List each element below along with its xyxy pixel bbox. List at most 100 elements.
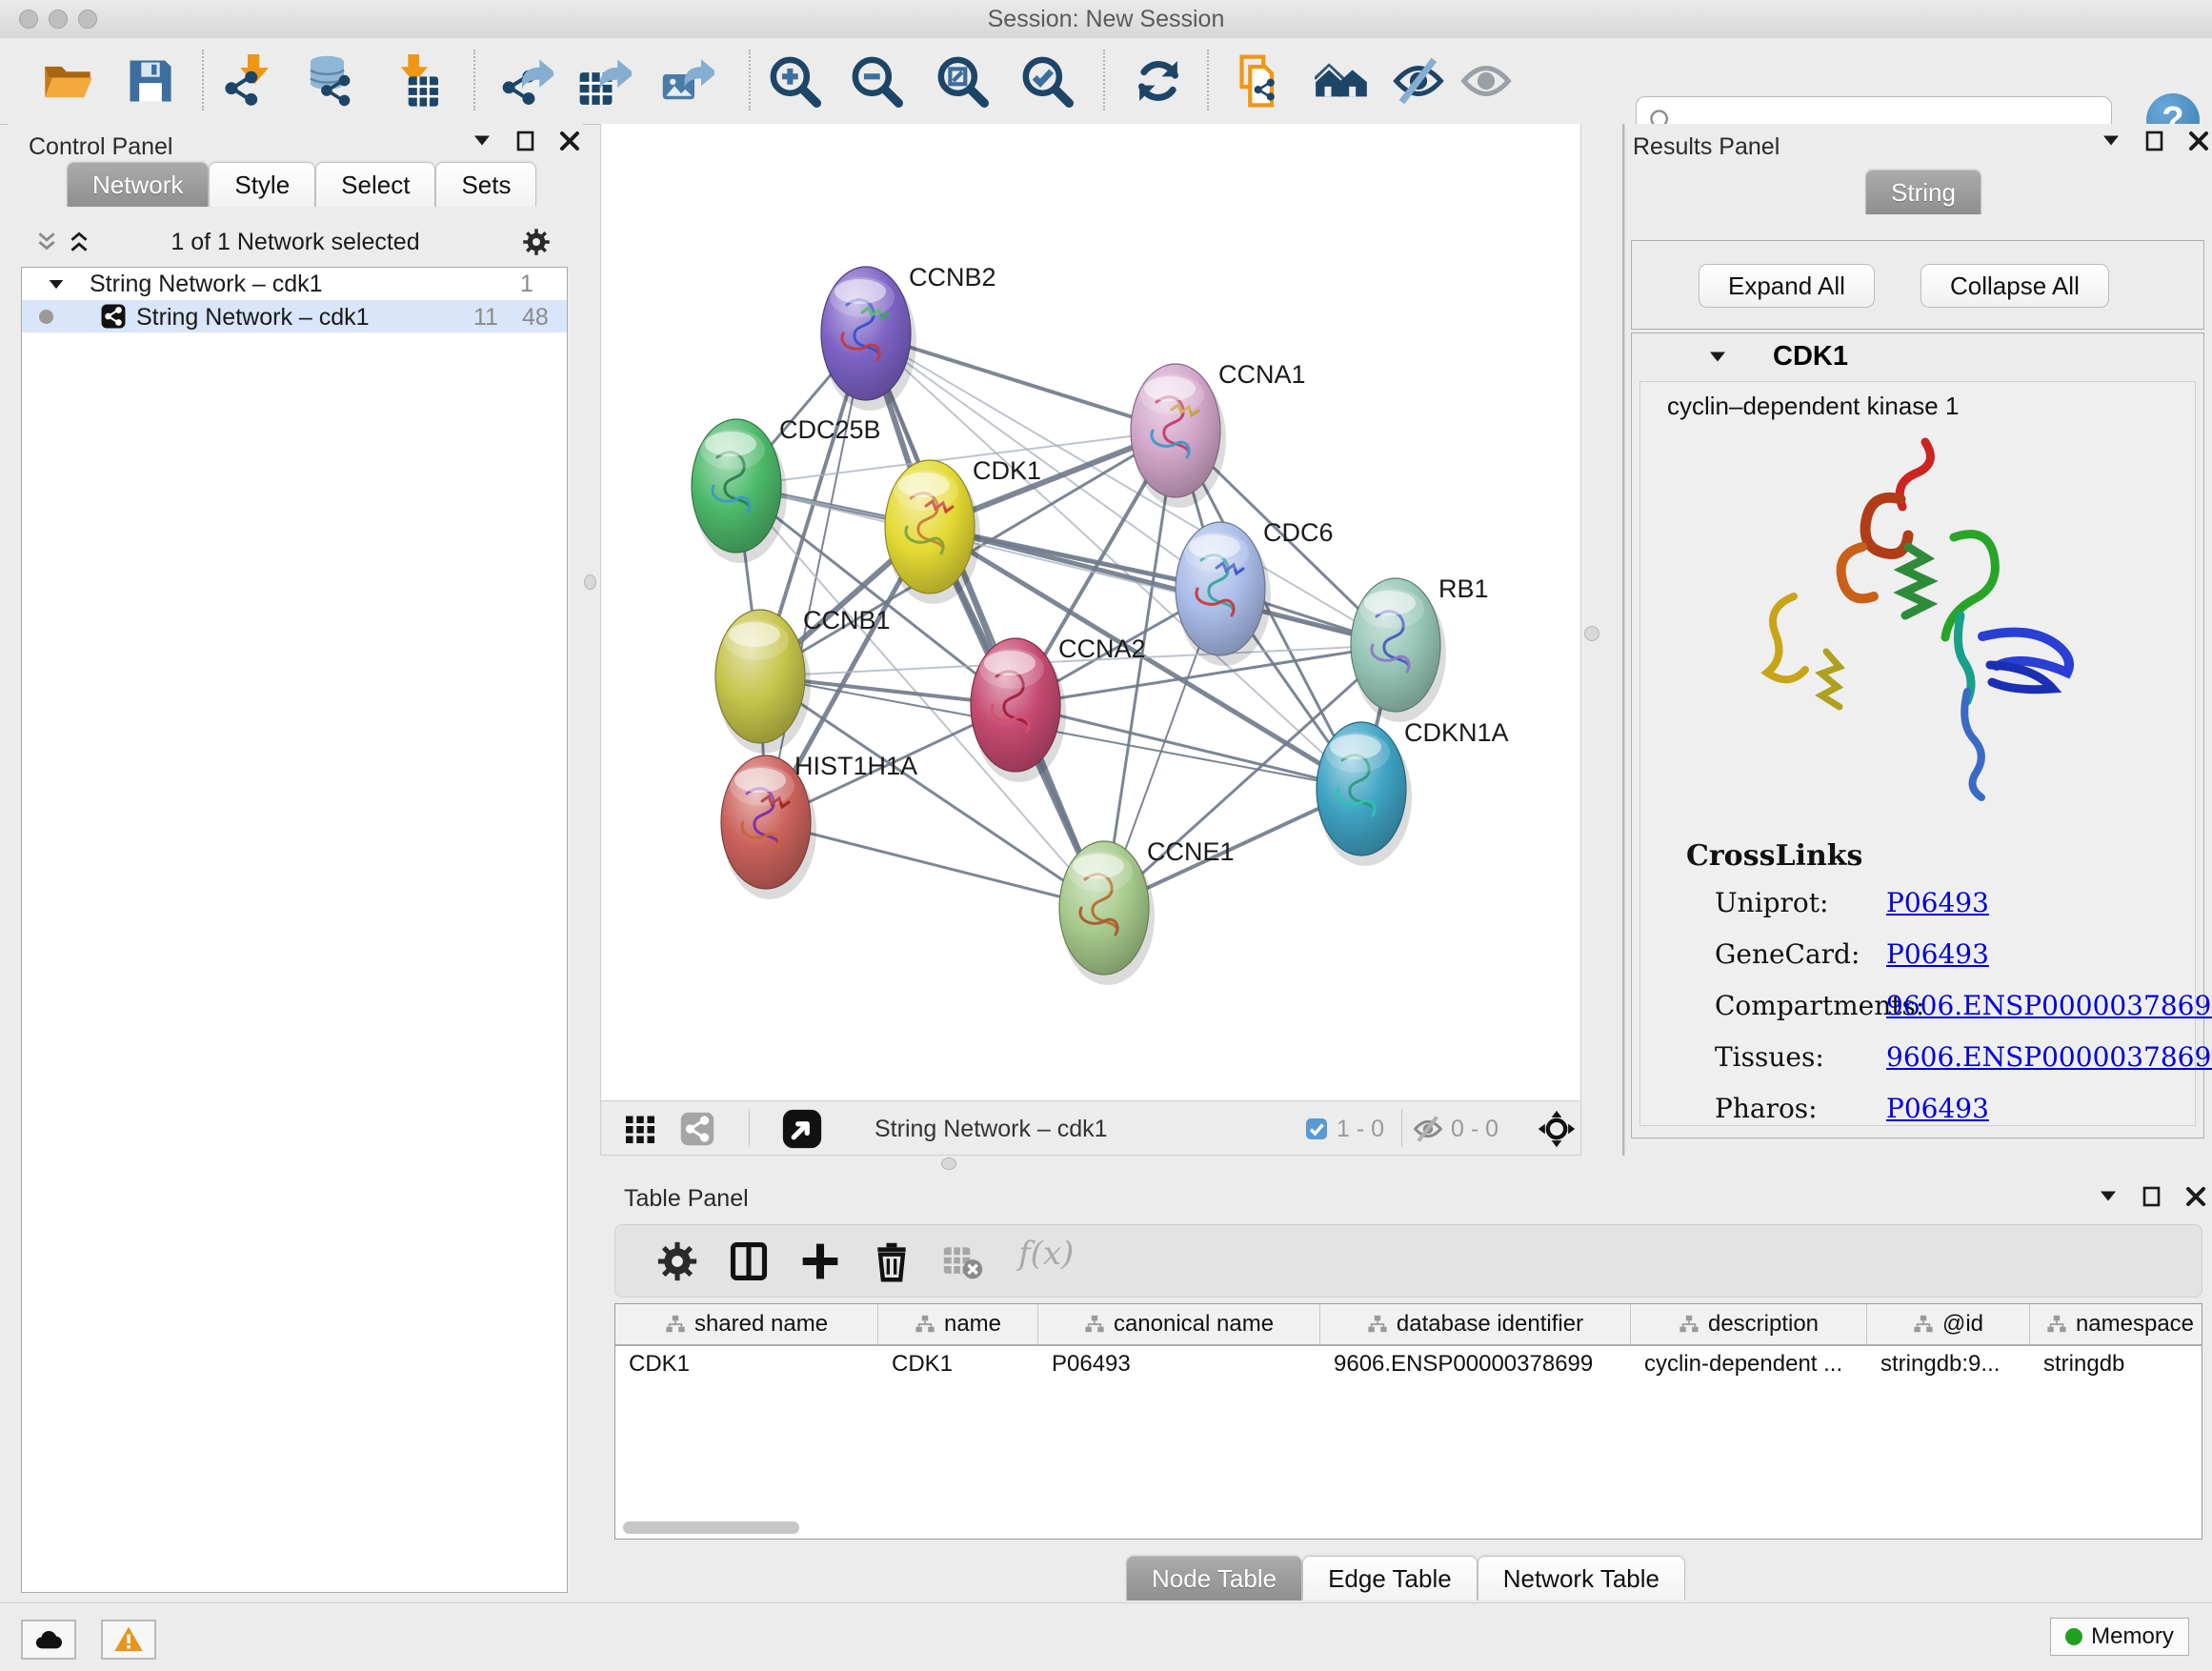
network-node-ccna2[interactable] <box>971 638 1066 782</box>
table-horizontal-scrollbar[interactable] <box>623 1521 799 1534</box>
close-window-button[interactable] <box>19 10 38 29</box>
float-panel-icon[interactable] <box>471 130 493 152</box>
crosslink-link[interactable]: 9606.ENSP00000378699 <box>1886 990 2212 1021</box>
horizontal-splitter-handle[interactable] <box>941 1158 956 1170</box>
tab-network-table[interactable]: Network Table <box>1478 1556 1685 1601</box>
export-image-button[interactable] <box>661 54 714 108</box>
crosslink-link[interactable]: P06493 <box>1886 887 1989 918</box>
tab-edge-table[interactable]: Edge Table <box>1302 1556 1478 1601</box>
table-panel-title: Table Panel <box>624 1185 749 1213</box>
close-panel-icon[interactable] <box>558 130 581 152</box>
zoom-in-button[interactable] <box>768 54 821 108</box>
network-collection-row[interactable]: String Network – cdk1 1 <box>22 268 567 300</box>
delete-column-icon[interactable] <box>871 1240 913 1282</box>
import-table-from-file-button[interactable] <box>389 54 442 108</box>
memory-label: Memory <box>2091 1623 2174 1650</box>
network-label: String Network – cdk1 <box>136 304 370 332</box>
left-splitter-handle[interactable] <box>584 574 596 590</box>
show-columns-icon[interactable] <box>728 1240 770 1282</box>
add-column-icon[interactable] <box>799 1240 841 1282</box>
network-node-ccnb2[interactable] <box>821 267 916 411</box>
selected-node-edge-counts: 1 - 0 <box>1337 1101 1384 1157</box>
grid-view-icon[interactable] <box>623 1112 657 1146</box>
expand-all-button[interactable]: Expand All <box>1699 264 1875 308</box>
column-header-namespace[interactable]: namespace <box>2030 1304 2202 1344</box>
minimize-window-button[interactable] <box>49 10 68 29</box>
float-panel-icon[interactable] <box>2100 130 2122 152</box>
crosslink-link[interactable]: P06493 <box>1886 938 1989 970</box>
zoom-selected-icon <box>1020 54 1074 108</box>
node-table[interactable]: shared namenamecanonical namedatabase id… <box>614 1303 2202 1540</box>
right-splitter-handle[interactable] <box>1584 626 1599 641</box>
hidden-items-eye-icon[interactable] <box>1413 1114 1443 1144</box>
zoom-fit-content-button[interactable] <box>935 54 989 108</box>
crosslink-link[interactable]: P06493 <box>1886 1093 1989 1124</box>
network-node-ccne1[interactable] <box>1059 841 1155 985</box>
float-panel-icon[interactable] <box>2097 1185 2120 1208</box>
memory-button[interactable]: Memory <box>2050 1618 2189 1656</box>
collection-count: 1 <box>520 271 533 298</box>
network-node-ccnb1[interactable] <box>715 610 811 754</box>
tab-style[interactable]: Style <box>209 162 315 207</box>
maximize-panel-icon[interactable] <box>2143 130 2166 152</box>
section-collapse-icon[interactable] <box>1706 346 1729 369</box>
selected-nodes-checkbox-icon[interactable] <box>1305 1117 1328 1140</box>
column-header-description[interactable]: description <box>1631 1304 1867 1344</box>
close-panel-icon[interactable] <box>2184 1185 2207 1208</box>
export-network-button[interactable] <box>500 54 553 108</box>
sort-icon <box>915 1314 935 1335</box>
tab-select[interactable]: Select <box>315 162 435 207</box>
network-node-cdc25b[interactable] <box>692 419 787 563</box>
pan-crosshair-icon[interactable] <box>1538 1110 1576 1148</box>
zoom-out-button[interactable] <box>850 54 903 108</box>
cloud-icon <box>33 1624 64 1655</box>
column-header-shared-name[interactable]: shared name <box>615 1304 878 1344</box>
collection-expand-icon[interactable] <box>46 274 67 295</box>
import-network-from-file-button[interactable] <box>221 54 274 108</box>
apply-layout-button[interactable] <box>1132 54 1185 108</box>
export-image-icon <box>661 54 714 108</box>
warnings-button[interactable] <box>101 1620 156 1660</box>
network-edge[interactable] <box>766 822 1104 908</box>
column-header-canonical-name[interactable]: canonical name <box>1038 1304 1320 1344</box>
import-network-from-database-icon <box>304 54 357 108</box>
save-session-button[interactable] <box>124 54 177 108</box>
tab-node-table[interactable]: Node Table <box>1126 1556 1302 1601</box>
cloud-services-button[interactable] <box>21 1620 76 1660</box>
column-header-id[interactable]: @id <box>1867 1304 2030 1344</box>
network-options-gear-icon[interactable] <box>522 228 551 256</box>
apply-layout-icon <box>1132 54 1185 108</box>
tab-network[interactable]: Network <box>67 162 209 207</box>
share-view-icon[interactable] <box>680 1112 714 1146</box>
birds-eye-view-icon[interactable] <box>782 1109 822 1149</box>
collapse-all-button[interactable]: Collapse All <box>1920 264 2109 308</box>
horizontal-splitter[interactable] <box>600 1156 2212 1174</box>
crosslink-link[interactable]: 9606.ENSP00000378699 <box>1886 1041 2212 1073</box>
network-view-canvas[interactable]: CCNB2CCNA1CDC25BCDK1CDC6RB1CCNB1CCNA2CDK… <box>600 124 1581 1100</box>
tab-string[interactable]: String <box>1865 170 1981 214</box>
network-node-rb1[interactable] <box>1351 578 1446 722</box>
close-panel-icon[interactable] <box>2187 130 2210 152</box>
export-table-button[interactable] <box>578 54 632 108</box>
open-session-button[interactable] <box>41 54 94 108</box>
zoom-window-button[interactable] <box>78 10 97 29</box>
first-neighbors-button[interactable] <box>1315 54 1368 108</box>
zoom-fit-content-icon <box>935 54 989 108</box>
network-row-selected[interactable]: String Network – cdk1 11 48 <box>22 300 567 332</box>
show-all-button[interactable] <box>1459 54 1513 108</box>
crosslink-row: Uniprot:P06493 <box>1715 887 2182 918</box>
tab-sets[interactable]: Sets <box>435 162 536 207</box>
maximize-panel-icon[interactable] <box>514 130 537 152</box>
column-header-name[interactable]: name <box>878 1304 1038 1344</box>
network-node-cdc6[interactable] <box>1176 522 1271 666</box>
copy-network-button[interactable] <box>1232 54 1285 108</box>
table-row[interactable]: CDK1CDK1P064939606.ENSP00000378699cyclin… <box>615 1346 2202 1382</box>
maximize-panel-icon[interactable] <box>2141 1185 2163 1208</box>
column-header-database-identifier[interactable]: database identifier <box>1320 1304 1631 1344</box>
zoom-selected-button[interactable] <box>1020 54 1074 108</box>
table-options-gear-icon[interactable] <box>656 1240 698 1282</box>
hide-selected-button[interactable] <box>1392 54 1445 108</box>
import-network-from-database-button[interactable] <box>304 54 357 108</box>
footer-separator <box>1401 1109 1402 1147</box>
network-node-cdkn1a[interactable] <box>1317 722 1412 866</box>
